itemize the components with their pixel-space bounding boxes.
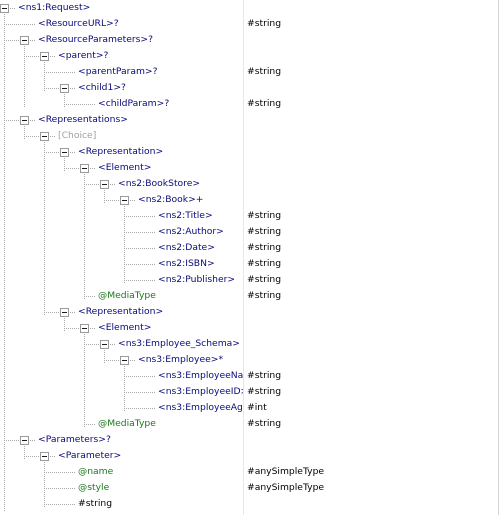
node-name: <ns2:BookStore> — [118, 178, 201, 189]
tree-row-representation[interactable]: <Representation> — [0, 304, 501, 320]
node-name: <ns2:Title> — [158, 210, 213, 221]
node-type: #string — [247, 258, 282, 269]
collapse-icon[interactable] — [120, 356, 129, 365]
tree-row-ns3-employee-schema[interactable]: <ns3:Employee_Schema> — [0, 336, 501, 352]
collapse-icon[interactable] — [60, 84, 69, 93]
node-name: <ns3:Employee>* — [138, 354, 224, 365]
node-type: #string — [247, 242, 282, 253]
tree-row-element[interactable]: <Element> — [0, 320, 501, 336]
tree-row-resource-url[interactable]: <ResourceURL>? #string — [0, 16, 501, 32]
node-type: #anySimpleType — [247, 466, 325, 477]
node-name: @style — [78, 482, 110, 493]
tree-row-ns2-bookstore[interactable]: <ns2:BookStore> — [0, 176, 501, 192]
node-name: <ns3:EmployeeAge> — [158, 402, 243, 413]
node-name: <ns2:ISBN> — [158, 258, 215, 269]
tree-row-media-type[interactable]: @MediaType #string — [0, 416, 501, 432]
node-name: <parent>? — [58, 50, 109, 61]
tree-row-ns2-publisher[interactable]: <ns2:Publisher> #string — [0, 272, 501, 288]
collapse-icon[interactable] — [100, 340, 109, 349]
collapse-icon[interactable] — [0, 4, 9, 13]
node-name: @name — [78, 466, 114, 477]
node-name: <ns1:Request> — [18, 2, 91, 13]
node-name: <Representation> — [78, 146, 164, 157]
node-name: <ResourceParameters>? — [38, 34, 153, 45]
collapse-icon[interactable] — [120, 196, 129, 205]
collapse-icon[interactable] — [40, 52, 49, 61]
node-name: <ns3:EmployeeID> — [158, 386, 243, 397]
node-type: #string — [247, 210, 282, 221]
node-name: <childParam>? — [98, 98, 170, 109]
tree-row-ns3-employee-id[interactable]: <ns3:EmployeeID> #string — [0, 384, 501, 400]
tree-row-parent[interactable]: <parent>? — [0, 48, 501, 64]
node-name: @MediaType — [98, 290, 156, 301]
collapse-icon[interactable] — [60, 148, 69, 157]
collapse-icon[interactable] — [40, 452, 49, 461]
tree-row-element[interactable]: <Element> — [0, 160, 501, 176]
node-type: #string — [247, 66, 282, 77]
schema-tree: <ns1:Request> <ResourceURL>? #string <Re… — [0, 0, 501, 515]
node-name: <Element> — [98, 322, 152, 333]
node-type: #string — [247, 18, 282, 29]
tree-row-parent-param[interactable]: <parentParam>? #string — [0, 64, 501, 80]
tree-row-parameters[interactable]: <Parameters>? — [0, 432, 501, 448]
node-name: <Representations> — [38, 114, 128, 125]
collapse-icon[interactable] — [40, 132, 49, 141]
node-type: #anySimpleType — [247, 482, 325, 493]
collapse-icon[interactable] — [20, 36, 29, 45]
tree-row-resource-parameters[interactable]: <ResourceParameters>? — [0, 32, 501, 48]
node-name: <parentParam>? — [78, 66, 158, 77]
tree-row-text-string[interactable]: #string — [0, 496, 501, 512]
tree-row-child1[interactable]: <child1>? — [0, 80, 501, 96]
node-type: #string — [247, 418, 282, 429]
tree-row-ns2-author[interactable]: <ns2:Author> #string — [0, 224, 501, 240]
node-type: #string — [247, 290, 282, 301]
tree-row-media-type[interactable]: @MediaType #string — [0, 288, 501, 304]
node-name: <ns2:Author> — [158, 226, 224, 237]
tree-row-ns2-isbn[interactable]: <ns2:ISBN> #string — [0, 256, 501, 272]
tree-row-ns3-employee-age[interactable]: <ns3:EmployeeAge> #int — [0, 400, 501, 416]
tree-row-ns3-employee-name[interactable]: <ns3:EmployeeName> #string — [0, 368, 501, 384]
node-name: <Element> — [98, 162, 152, 173]
collapse-icon[interactable] — [80, 324, 89, 333]
tree-row-ns2-date[interactable]: <ns2:Date> #string — [0, 240, 501, 256]
tree-row-ns2-title[interactable]: <ns2:Title> #string — [0, 208, 501, 224]
node-name: <Parameters>? — [38, 434, 111, 445]
node-name: <Parameter> — [58, 450, 122, 461]
node-name: <ns3:EmployeeName> — [158, 370, 243, 381]
collapse-icon[interactable] — [20, 436, 29, 445]
tree-row-ns1-request[interactable]: <ns1:Request> — [0, 0, 501, 16]
tree-row-child-param[interactable]: <childParam>? #string — [0, 96, 501, 112]
node-type: #string — [247, 370, 282, 381]
tree-row-ns2-book[interactable]: <ns2:Book>+ — [0, 192, 501, 208]
node-type: #string — [247, 98, 282, 109]
collapse-icon[interactable] — [20, 116, 29, 125]
tree-row-choice[interactable]: [Choice] — [0, 128, 501, 144]
node-type: #string — [247, 386, 282, 397]
collapse-icon[interactable] — [100, 180, 109, 189]
node-type: #int — [247, 402, 267, 413]
tree-row-representations[interactable]: <Representations> — [0, 112, 501, 128]
tree-row-parameter[interactable]: <Parameter> — [0, 448, 501, 464]
node-name: [Choice] — [58, 130, 97, 141]
collapse-icon[interactable] — [60, 308, 69, 317]
tree-row-at-style[interactable]: @style #anySimpleType — [0, 480, 501, 496]
node-name: <ResourceURL>? — [38, 18, 119, 29]
tree-row-ns3-employee[interactable]: <ns3:Employee>* — [0, 352, 501, 368]
node-name: <ns2:Date> — [158, 242, 215, 253]
tree-row-at-name[interactable]: @name #anySimpleType — [0, 464, 501, 480]
tree-row-representation[interactable]: <Representation> — [0, 144, 501, 160]
node-name: @MediaType — [98, 418, 156, 429]
node-name: <child1>? — [78, 82, 126, 93]
collapse-icon[interactable] — [80, 164, 89, 173]
node-name: <ns2:Publisher> — [158, 274, 236, 285]
node-name: <ns3:Employee_Schema> — [118, 338, 240, 349]
node-name: <ns2:Book>+ — [138, 194, 204, 205]
node-name: <Representation> — [78, 306, 164, 317]
node-type: #string — [247, 274, 282, 285]
node-name: #string — [78, 498, 113, 509]
node-type: #string — [247, 226, 282, 237]
